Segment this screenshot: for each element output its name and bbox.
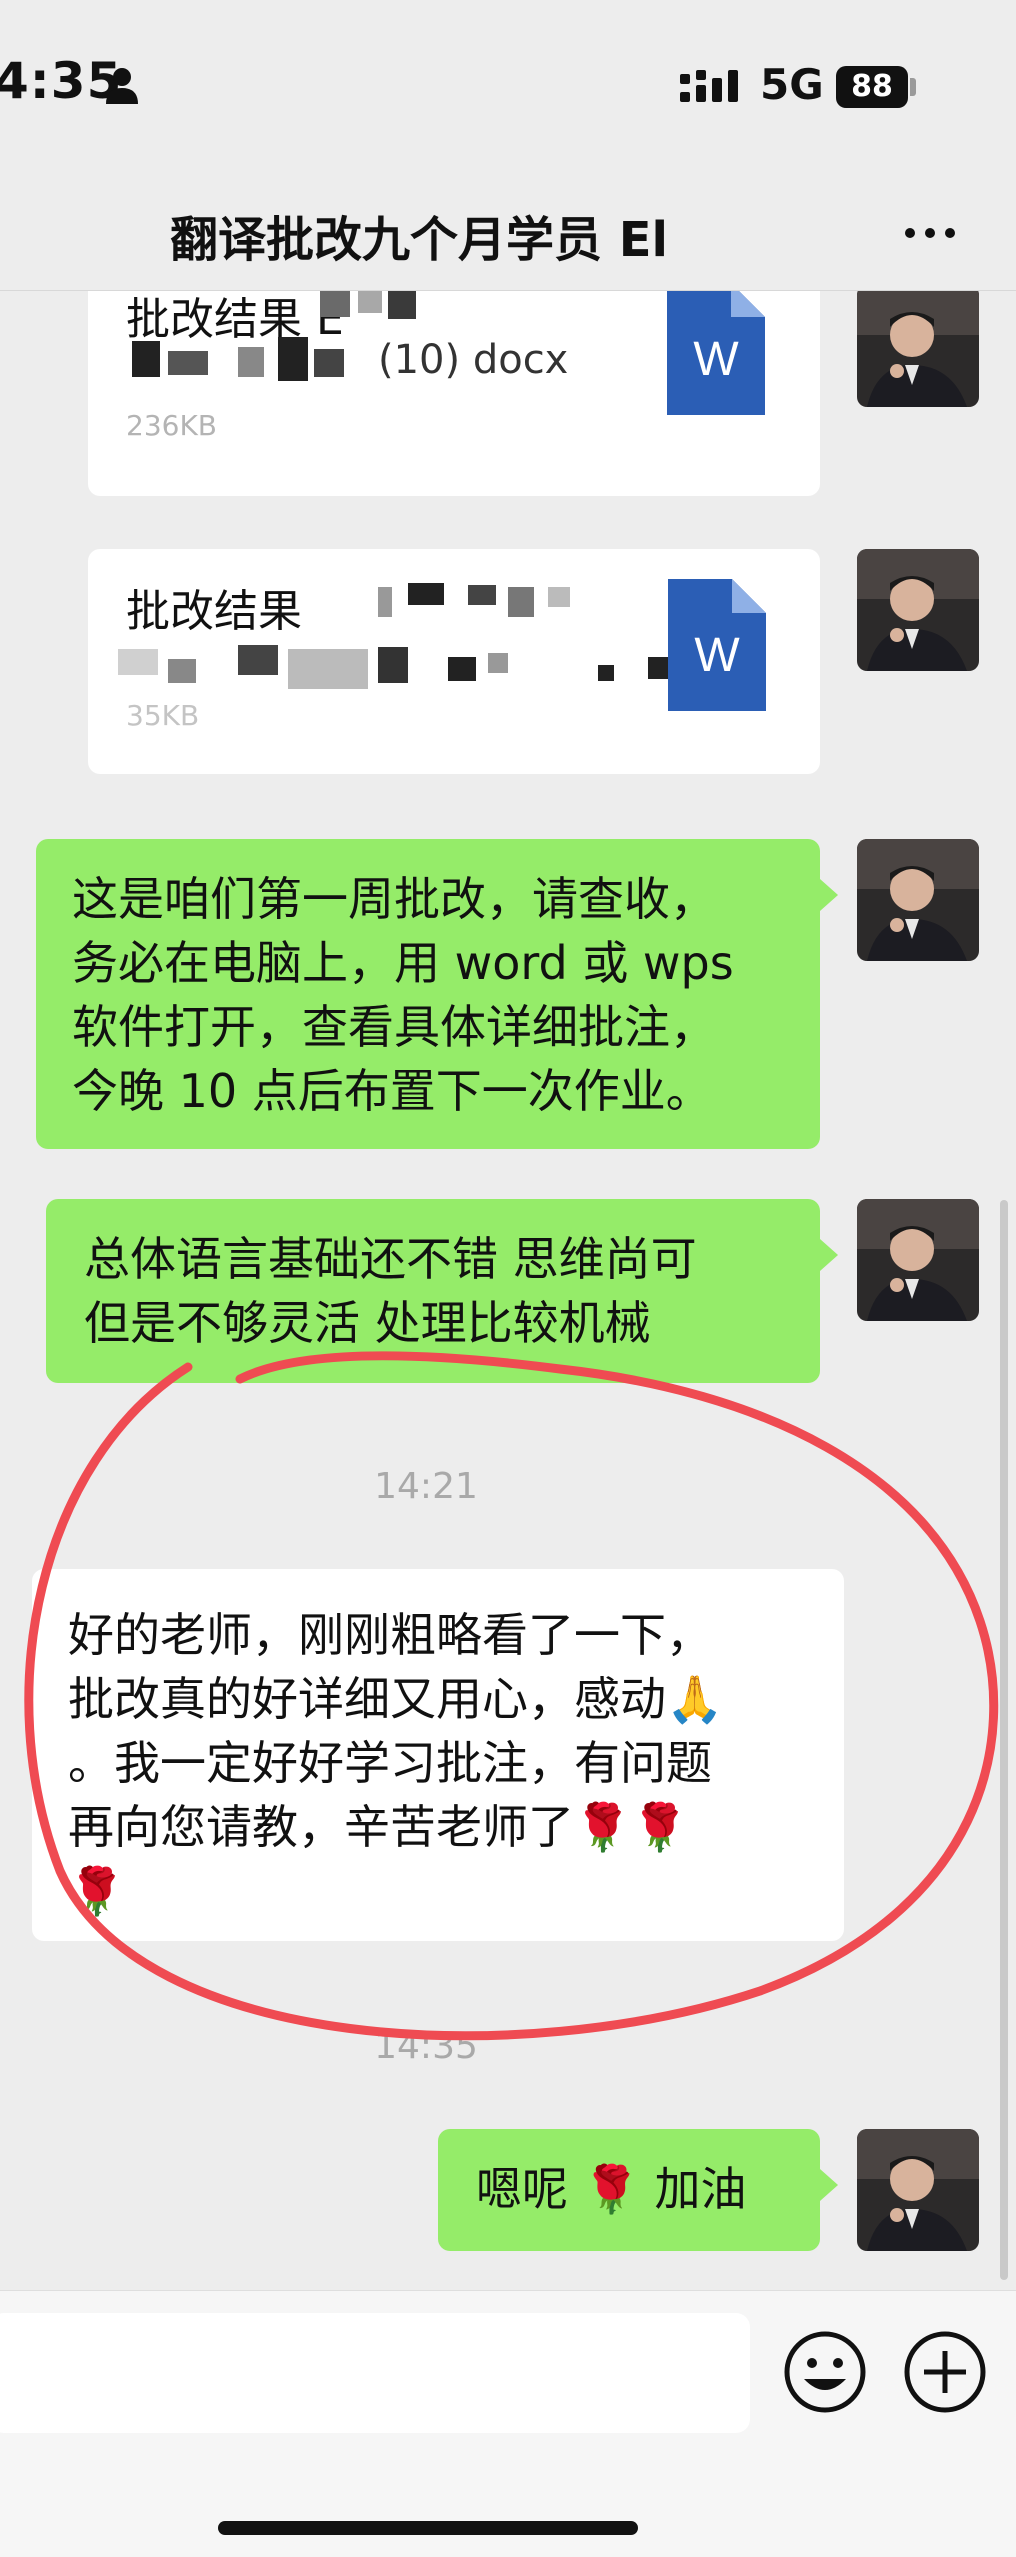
file-name-partial: (10) docx <box>378 337 569 383</box>
message-line: 但是不够灵活 处理比较机械 <box>84 1296 651 1350</box>
emoji-face-icon[interactable] <box>782 2329 868 2415</box>
chat-header: 翻译批改九个月学员 El <box>0 180 1016 291</box>
avatar[interactable] <box>857 1199 979 1321</box>
message-line: 🌹 <box>68 1864 126 1918</box>
plus-circle-icon[interactable] <box>902 2329 988 2415</box>
sent-message[interactable]: 总体语言基础还不错 思维尚可 但是不够灵活 处理比较机械 <box>46 1199 838 1383</box>
message-input[interactable] <box>0 2313 750 2433</box>
home-indicator[interactable] <box>218 2521 638 2535</box>
file-name: 批改结果 E <box>126 294 344 345</box>
chat-title: 翻译批改九个月学员 El <box>170 212 668 268</box>
person-icon <box>106 68 138 104</box>
message-line: 好的老师，刚刚粗略看了一下， <box>68 1608 712 1662</box>
message-line: 软件打开，查看具体详细批注， <box>72 1000 716 1054</box>
message-line: 务必在电脑上，用 word 或 wps <box>72 936 734 990</box>
message-line: 。我一定好好学习批注，有问题 <box>68 1736 712 1790</box>
avatar[interactable] <box>857 839 979 961</box>
message-text: 嗯呢 🌹 加油 <box>476 2162 747 2216</box>
file-message[interactable]: 批改结果 35KB W <box>88 549 820 774</box>
file-message[interactable]: 批改结果 E (10) docx 236KB W <box>88 291 820 496</box>
avatar[interactable] <box>857 291 979 407</box>
sent-message[interactable]: 这是咱们第一周批改，请查收， 务必在电脑上，用 word 或 wps 软件打开，… <box>36 839 838 1149</box>
word-document-icon: W <box>667 291 765 415</box>
file-size: 236KB <box>126 409 218 442</box>
status-bar: 4:35 5G 88 <box>0 0 1016 180</box>
message-line: 总体语言基础还不错 思维尚可 <box>84 1232 697 1286</box>
battery-indicator: 88 <box>836 66 908 108</box>
timestamp: 14:35 <box>374 2026 478 2067</box>
bubble-tail <box>820 2169 838 2201</box>
received-message[interactable]: 好的老师，刚刚粗略看了一下， 批改真的好详细又用心，感动🙏 。我一定好好学习批注… <box>32 1569 844 1941</box>
file-size: 35KB <box>126 699 200 732</box>
message-line: 今晚 10 点后布置下一次作业。 <box>72 1064 712 1118</box>
network-type: 5G <box>760 60 824 109</box>
file-name: 批改结果 <box>126 586 302 637</box>
battery-tip <box>910 78 916 96</box>
sent-message[interactable]: 嗯呢 🌹 加油 <box>438 2129 838 2251</box>
message-line: 批改真的好详细又用心，感动🙏 <box>68 1672 724 1726</box>
svg-text:W: W <box>693 333 739 386</box>
more-dots-icon[interactable] <box>900 218 960 248</box>
bubble-tail <box>820 1239 838 1271</box>
input-bar <box>0 2290 1016 2557</box>
avatar[interactable] <box>857 549 979 671</box>
avatar[interactable] <box>857 2129 979 2251</box>
message-line: 再向您请教，辛苦老师了🌹🌹 <box>68 1800 689 1854</box>
bubble-tail <box>820 879 838 911</box>
signal-icon <box>680 70 738 102</box>
timestamp: 14:21 <box>374 1466 478 1507</box>
scrollbar[interactable] <box>1000 1200 1008 2280</box>
chat-area[interactable]: 批改结果 E (10) docx 236KB W 批改结果 35KB W 这是咱… <box>0 291 1016 2289</box>
svg-text:W: W <box>694 629 740 682</box>
message-line: 这是咱们第一周批改，请查收， <box>72 872 716 926</box>
word-document-icon: W <box>668 579 766 711</box>
